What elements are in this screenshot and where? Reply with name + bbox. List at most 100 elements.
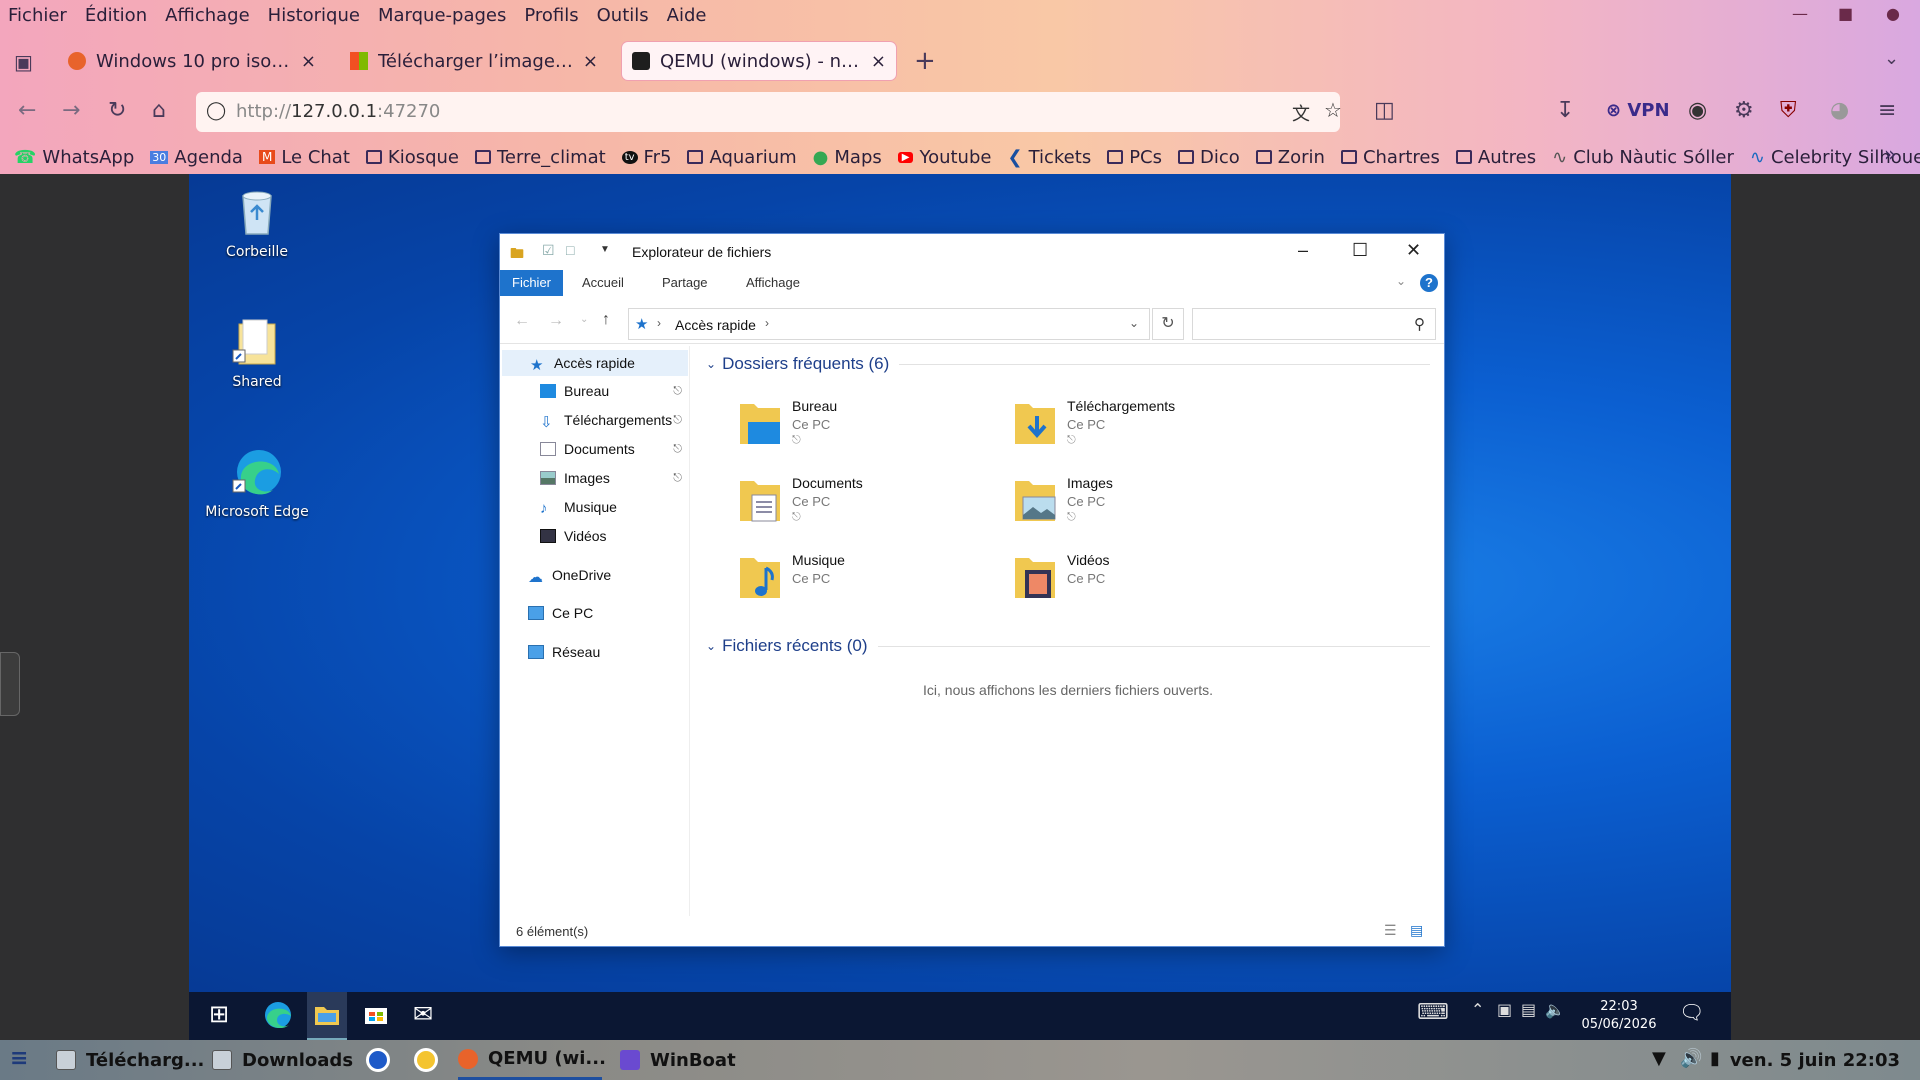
close-icon[interactable]: ● <box>1886 4 1900 23</box>
ublock-icon[interactable]: ⛨ <box>1780 98 1797 123</box>
menu-aide[interactable]: Aide <box>667 5 707 26</box>
bookmark-autres[interactable]: Autres <box>1455 147 1536 168</box>
chevron-down-icon[interactable]: ⌄ <box>1884 48 1899 69</box>
extensions-icon[interactable]: ⚙ <box>1734 98 1754 123</box>
bookmark-pcs[interactable]: PCs <box>1107 147 1162 168</box>
windows-desktop[interactable]: Corbeille Shared Microsoft Edge 🖿 ☑ □ ▼ … <box>189 174 1731 992</box>
explorer-title-bar[interactable]: 🖿 ☑ □ ▼ Explorateur de fichiers – ☐ ✕ <box>500 234 1444 268</box>
folder-bureau[interactable]: Bureau Ce PC ⎋ <box>738 396 998 460</box>
details-view-icon[interactable]: ☰ <box>1384 922 1397 939</box>
battery-icon[interactable]: ▮ <box>1710 1048 1720 1069</box>
menu-affichage[interactable]: Affichage <box>165 5 250 26</box>
new-tab-icon[interactable]: + <box>914 46 936 76</box>
nav-images[interactable]: Images ⎋ <box>540 465 688 491</box>
explorer-minimize-icon[interactable]: – <box>1298 240 1308 261</box>
close-tab-icon[interactable]: × <box>301 51 316 72</box>
forward-icon[interactable]: → <box>62 98 80 123</box>
nav-onedrive[interactable]: ☁ OneDrive <box>528 562 688 588</box>
nav-quick-access[interactable]: ★ Accès rapide <box>502 350 688 376</box>
bookmark-club-nautic[interactable]: ∿ Club Nàutic Sóller <box>1552 147 1734 168</box>
bookmark-whatsapp[interactable]: ☎ WhatsApp <box>14 147 134 168</box>
home-icon[interactable]: ⌂ <box>152 98 166 123</box>
sidebar-icon[interactable]: ◫ <box>1374 98 1395 123</box>
forward-icon[interactable]: → <box>548 312 564 330</box>
bookmark-chartres[interactable]: Chartres <box>1340 147 1440 168</box>
bookmark-tickets[interactable]: ❮ Tickets <box>1007 147 1091 168</box>
new-folder-icon[interactable]: □ <box>566 242 574 258</box>
menu-fichier[interactable]: Fichier <box>8 5 67 26</box>
tab-overview-icon[interactable]: ▣ <box>14 50 33 74</box>
app-circle-icon[interactable] <box>366 1048 390 1072</box>
menu-edition[interactable]: Édition <box>85 5 147 26</box>
nav-telechargements[interactable]: ⇩ Téléchargements ⎋ <box>540 407 688 433</box>
menu-profils[interactable]: Profils <box>524 5 578 26</box>
explorer-maximize-icon[interactable]: ☐ <box>1352 240 1368 261</box>
bookmark-dico[interactable]: Dico <box>1178 147 1240 168</box>
host-task-winboat[interactable]: WinBoat <box>620 1040 736 1080</box>
store-taskbar-icon[interactable] <box>363 1000 395 1032</box>
volume-muted-icon[interactable]: 🔈 <box>1545 1000 1577 1032</box>
translate-icon[interactable]: 文 <box>1292 100 1310 126</box>
back-icon[interactable]: ← <box>18 98 36 123</box>
bookmark-aquarium[interactable]: Aquarium <box>687 147 797 168</box>
profile-icon[interactable]: ◕ <box>1830 98 1849 123</box>
folder-telechargements[interactable]: Téléchargements Ce PC ⎋ <box>1013 396 1273 460</box>
explorer-close-icon[interactable]: ✕ <box>1406 240 1421 261</box>
host-task-telechargements[interactable]: Télécharg... <box>56 1040 204 1080</box>
bookmark-fr5[interactable]: tv Fr5 <box>621 147 671 168</box>
shield-icon[interactable]: ◯ <box>206 100 226 121</box>
file-explorer-taskbar-icon[interactable] <box>307 992 347 1040</box>
folder-documents[interactable]: Documents Ce PC ⎋ <box>738 473 998 537</box>
touch-keyboard-icon[interactable]: ⌨ <box>1417 1000 1449 1032</box>
maximize-icon[interactable]: ■ <box>1838 4 1853 23</box>
tab-novnc[interactable]: QEMU (windows) - noVNC × <box>622 42 896 80</box>
address-bar[interactable]: ★ › Accès rapide › ⌄ <box>628 308 1150 340</box>
nav-bureau[interactable]: Bureau ⎋ <box>540 378 688 404</box>
bookmark-agenda[interactable]: 30 Agenda <box>150 147 243 168</box>
desktop-icon-shared[interactable]: Shared <box>202 316 312 390</box>
url-bar[interactable]: ◯ http://127.0.0.1:47270 文 ☆ <box>196 92 1342 132</box>
nav-this-pc[interactable]: Ce PC <box>528 600 688 626</box>
edge-taskbar-icon[interactable] <box>263 1000 295 1032</box>
desktop-icon-recycle-bin[interactable]: Corbeille <box>202 186 312 260</box>
desktop-icon-edge[interactable]: Microsoft Edge <box>202 446 312 520</box>
bookmark-zorin[interactable]: Zorin <box>1255 147 1325 168</box>
folder-images[interactable]: Images Ce PC ⎋ <box>1013 473 1273 537</box>
nav-musique[interactable]: ♪ Musique <box>540 494 688 520</box>
nav-videos[interactable]: Vidéos <box>540 523 688 549</box>
download-icon[interactable]: ↧ <box>1556 98 1574 123</box>
wifi-icon[interactable]: ▼ <box>1652 1048 1666 1069</box>
help-icon[interactable]: ? <box>1420 274 1438 292</box>
bookmark-kiosque[interactable]: Kiosque <box>365 147 459 168</box>
vpn-button[interactable]: ⊗ VPN <box>1606 100 1670 121</box>
bookmark-youtube[interactable]: ▶ Youtube <box>897 147 991 168</box>
frequent-folders-header[interactable]: ⌄ Dossiers fréquents (6) <box>706 354 1430 374</box>
minimize-icon[interactable]: — <box>1792 4 1808 23</box>
breadcrumb-separator-icon[interactable]: › <box>765 316 769 330</box>
up-icon[interactable]: ↑ <box>602 311 610 329</box>
close-tab-icon[interactable]: × <box>871 51 886 72</box>
menu-historique[interactable]: Historique <box>268 5 360 26</box>
vnc-control-bar-handle[interactable] <box>0 652 20 716</box>
menu-outils[interactable]: Outils <box>597 5 649 26</box>
bookmark-le-chat[interactable]: M Le Chat <box>258 147 350 168</box>
host-task-qemu[interactable]: QEMU (wi... <box>458 1040 606 1080</box>
nav-documents[interactable]: Documents ⎋ <box>540 436 688 462</box>
ribbon-tab-partage[interactable]: Partage <box>650 270 720 296</box>
more-bookmarks-icon[interactable]: » <box>1884 142 1896 166</box>
bookmark-terre-climat[interactable]: Terre_climat <box>475 147 606 168</box>
folder-musique[interactable]: Musique Ce PC <box>738 550 998 614</box>
zorin-menu-icon[interactable]: ≡ <box>10 1046 28 1071</box>
star-icon[interactable]: ☆ <box>1324 98 1342 122</box>
search-input[interactable]: ⚲ <box>1192 308 1436 340</box>
ribbon-expand-icon[interactable]: ⌄ <box>1396 274 1406 288</box>
notifications-icon[interactable]: 🗨 <box>1679 1000 1711 1032</box>
chrome-like-icon[interactable] <box>414 1048 438 1072</box>
reload-icon[interactable]: ↻ <box>108 98 126 123</box>
address-dropdown-icon[interactable]: ⌄ <box>1129 316 1139 330</box>
windows-start-icon[interactable]: ⊞ <box>209 1000 241 1032</box>
windows-clock[interactable]: 22:03 05/06/2026 <box>1579 998 1659 1034</box>
close-tab-icon[interactable]: × <box>583 51 598 72</box>
tab-duckduckgo[interactable]: Windows 10 pro iso at Duc × <box>58 42 326 80</box>
host-task-downloads[interactable]: Downloads <box>212 1040 353 1080</box>
